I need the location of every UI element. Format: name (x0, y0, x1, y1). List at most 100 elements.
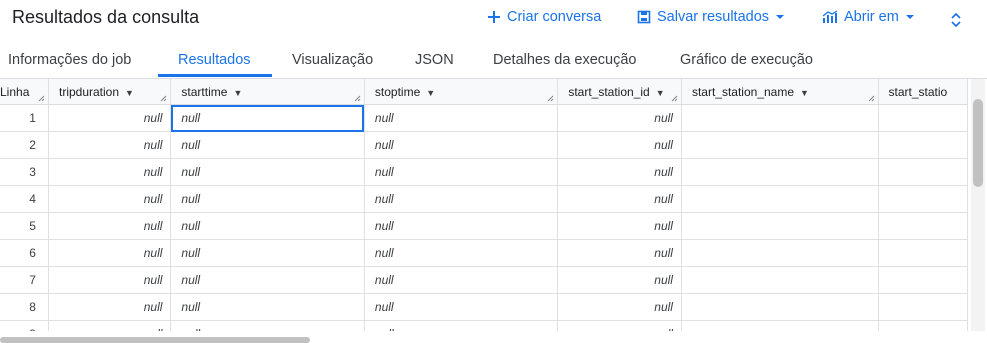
table-cell[interactable] (681, 131, 879, 159)
table-cell[interactable]: null (364, 104, 559, 132)
table-cell[interactable]: null (48, 158, 172, 186)
resize-handle-icon[interactable] (547, 95, 554, 102)
row-number-cell: 7 (0, 266, 49, 294)
tab-job-info[interactable]: Informações do job (8, 52, 131, 68)
resize-handle-icon[interactable] (38, 95, 45, 102)
row-number-cell: 5 (0, 212, 49, 240)
sort-menu-icon[interactable]: ▼ (125, 88, 134, 98)
page-title: Resultados da consulta (12, 7, 200, 27)
table-cell[interactable]: null (557, 239, 682, 267)
table-cell[interactable]: null (48, 185, 172, 213)
table-cell[interactable] (681, 320, 879, 331)
table-cell[interactable]: null (364, 212, 559, 240)
table-cell[interactable]: null (557, 266, 682, 294)
table-cell[interactable]: null (170, 131, 365, 159)
table-cell[interactable]: null (557, 131, 682, 159)
table-cell[interactable] (878, 320, 968, 331)
horizontal-scrollbar-thumb[interactable] (0, 337, 310, 343)
table-cell[interactable]: null (557, 158, 682, 186)
resize-handle-icon[interactable] (671, 95, 678, 102)
table-cell[interactable]: null (48, 104, 172, 132)
resize-handle-icon[interactable] (160, 95, 167, 102)
sort-menu-icon[interactable]: ▼ (656, 88, 665, 98)
table-cell[interactable]: null (48, 266, 172, 294)
create-conversation-label: Criar conversa (507, 9, 602, 25)
table-cell[interactable]: null (170, 239, 365, 267)
table-cell[interactable] (681, 266, 879, 294)
table-cell[interactable] (878, 185, 968, 213)
tab-json[interactable]: JSON (415, 52, 454, 68)
table-cell[interactable] (878, 104, 968, 132)
table-row: 1 null null null null (0, 104, 968, 132)
column-header-row-number: Linha (0, 79, 49, 105)
table-cell[interactable]: null (557, 212, 682, 240)
resize-handle-icon[interactable] (354, 95, 361, 102)
table-cell[interactable]: null (364, 131, 559, 159)
column-header-start-station-truncated[interactable]: start_statio (878, 79, 968, 105)
table-cell[interactable]: null (170, 212, 365, 240)
column-header-start-station-id[interactable]: start_station_id ▼ (557, 79, 682, 105)
table-cell[interactable] (681, 185, 879, 213)
table-cell-selected[interactable]: null (170, 104, 365, 132)
table-cell[interactable] (681, 158, 879, 186)
resize-handle-icon[interactable] (868, 95, 875, 102)
table-row: 6 null null null null (0, 239, 968, 267)
sort-menu-icon[interactable]: ▼ (426, 88, 435, 98)
row-number-cell: 2 (0, 131, 49, 159)
expand-collapse-button[interactable] (950, 11, 962, 29)
results-tabs: Informações do job Resultados Visualizaç… (0, 42, 987, 79)
results-header: Resultados da consulta Criar conversa Sa… (0, 0, 987, 40)
table-cell[interactable]: null (170, 266, 365, 294)
results-table: Linha tripduration ▼ starttime ▼ stoptime ▼… (0, 79, 968, 331)
column-header-stoptime[interactable]: stoptime ▼ (364, 79, 559, 105)
dropdown-arrow-icon (905, 15, 914, 19)
table-cell[interactable]: null (364, 239, 559, 267)
table-cell[interactable]: null (364, 266, 559, 294)
table-cell[interactable]: null (170, 158, 365, 186)
table-cell[interactable] (878, 212, 968, 240)
table-cell[interactable]: null (48, 131, 172, 159)
table-cell[interactable] (878, 158, 968, 186)
vertical-scrollbar[interactable] (971, 79, 985, 331)
table-cell[interactable] (878, 293, 968, 321)
open-in-button[interactable]: Abrir em (822, 9, 915, 25)
chart-icon (822, 10, 838, 23)
table-cell[interactable]: null (170, 320, 365, 331)
table-cell[interactable] (681, 212, 879, 240)
table-cell[interactable] (681, 239, 879, 267)
table-cell[interactable] (878, 131, 968, 159)
table-cell[interactable]: null (557, 104, 682, 132)
table-cell[interactable]: null (364, 293, 559, 321)
table-cell[interactable]: null (48, 320, 172, 331)
table-cell[interactable]: null (48, 293, 172, 321)
table-cell[interactable]: null (557, 185, 682, 213)
table-cell[interactable] (681, 293, 879, 321)
save-results-button[interactable]: Salvar resultados (637, 9, 785, 25)
sort-menu-icon[interactable]: ▼ (233, 88, 242, 98)
table-row: 4 null null null null (0, 185, 968, 213)
column-header-start-station-name[interactable]: start_station_name ▼ (681, 79, 879, 105)
table-cell[interactable]: null (557, 293, 682, 321)
table-cell[interactable]: null (557, 320, 682, 331)
sort-menu-icon[interactable]: ▼ (800, 88, 809, 98)
column-header-starttime[interactable]: starttime ▼ (170, 79, 365, 105)
create-conversation-button[interactable]: Criar conversa (487, 9, 601, 25)
table-cell[interactable]: null (170, 293, 365, 321)
table-cell[interactable]: null (364, 158, 559, 186)
table-cell[interactable]: null (48, 239, 172, 267)
table-cell[interactable] (878, 266, 968, 294)
table-cell[interactable] (681, 104, 879, 132)
tab-results[interactable]: Resultados (178, 52, 251, 68)
table-cell[interactable] (878, 239, 968, 267)
vertical-scrollbar-thumb[interactable] (973, 99, 983, 187)
table-cell[interactable]: null (170, 185, 365, 213)
tab-execution-graph[interactable]: Gráfico de execução (680, 52, 813, 68)
table-cell[interactable]: null (364, 185, 559, 213)
table-cell[interactable]: null (364, 320, 559, 331)
tab-execution-details[interactable]: Detalhes da execução (493, 52, 637, 68)
column-header-tripduration[interactable]: tripduration ▼ (48, 79, 172, 105)
table-cell[interactable]: null (48, 212, 172, 240)
results-body: 1 null null null null 2 null null null n… (0, 104, 968, 331)
tab-visualization[interactable]: Visualização (292, 52, 373, 68)
row-number-cell: 8 (0, 293, 49, 321)
